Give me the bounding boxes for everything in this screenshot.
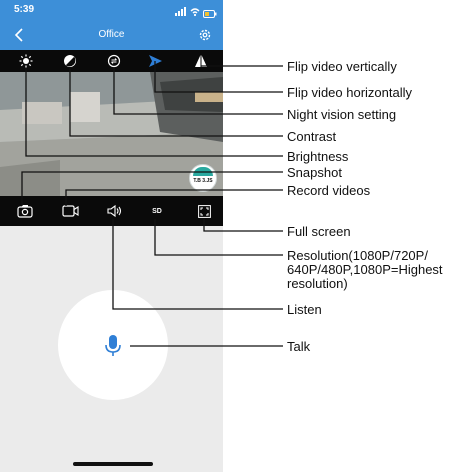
label-record: Record videos — [287, 183, 371, 198]
label-night-vision: Night vision setting — [287, 107, 397, 122]
label-contrast: Contrast — [287, 129, 337, 144]
label-snapshot: Snapshot — [287, 165, 342, 180]
label-flip-vertical: Flip video vertically — [287, 59, 397, 74]
callout-lines — [21, 61, 283, 347]
label-talk: Talk — [287, 339, 311, 354]
label-fullscreen: Full screen — [287, 224, 351, 239]
label-flip-horizontal: Flip video horizontally — [287, 85, 413, 100]
label-brightness: Brightness — [287, 149, 349, 164]
label-resolution-3: resolution) — [287, 276, 348, 291]
label-resolution-1: Resolution(1080P/720P/ — [287, 248, 428, 263]
label-listen: Listen — [287, 302, 322, 317]
label-resolution-2: 640P/480P,1080P=Highest — [287, 262, 443, 277]
